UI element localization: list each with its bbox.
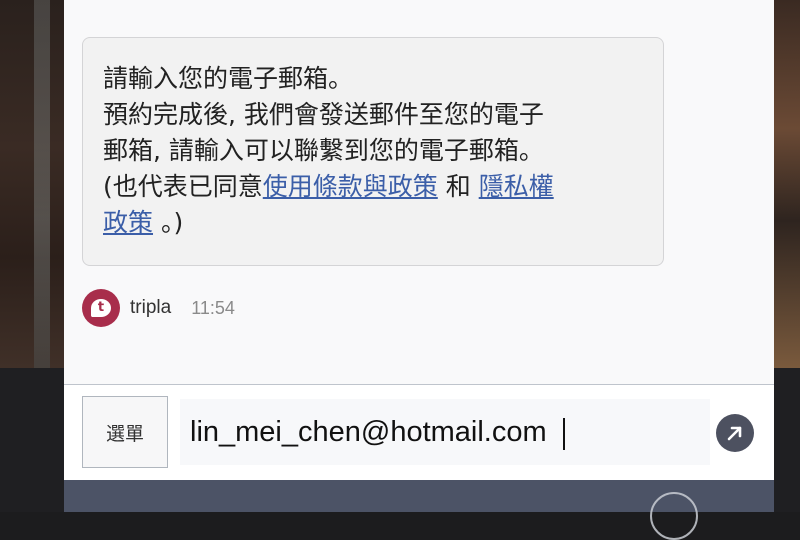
message-line: (也代表已同意使用條款與政策 和 隱私權 (103, 169, 643, 205)
circle-icon (650, 492, 698, 540)
bot-message-bubble: 請輸入您的電子郵箱。 預約完成後, 我們會發送郵件至您的電子 郵箱, 請輸入可以… (82, 37, 664, 266)
privacy-link[interactable]: 隱私權 (479, 172, 554, 201)
message-line: 郵箱, 請輸入可以聯繫到您的電子郵箱。 (103, 136, 544, 165)
bottom-bar (64, 480, 774, 540)
avatar-letter: t (91, 299, 111, 317)
arrow-up-right-icon (727, 426, 742, 441)
message-text: 和 (437, 172, 479, 201)
send-button[interactable] (716, 414, 754, 452)
message-line: 預約完成後, 我們會發送郵件至您的電子 (103, 100, 544, 129)
message-line: 政策 。) (103, 205, 643, 241)
sender-name: tripla (130, 297, 172, 318)
message-text: 。) (153, 208, 184, 237)
terms-link[interactable]: 使用條款與政策 (263, 172, 438, 201)
tripla-logo-icon: t (82, 289, 120, 327)
message-text: (也代表已同意 (103, 172, 263, 201)
menu-button[interactable]: 選單 (82, 396, 168, 468)
input-bar: 選單 (64, 384, 774, 481)
message-line: 請輸入您的電子郵箱。 (103, 64, 354, 93)
privacy-link-continued[interactable]: 政策 (103, 208, 153, 237)
background-right (774, 0, 800, 368)
email-input[interactable] (180, 399, 710, 465)
message-time: 11:54 (191, 297, 235, 318)
message-meta: t tripla 11:54 (82, 289, 235, 327)
background-left (0, 0, 64, 368)
message-list: 請輸入您的電子郵箱。 預約完成後, 我們會發送郵件至您的電子 郵箱, 請輸入可以… (64, 0, 774, 384)
text-caret (563, 418, 565, 450)
chat-widget: 請輸入您的電子郵箱。 預約完成後, 我們會發送郵件至您的電子 郵箱, 請輸入可以… (64, 0, 774, 540)
